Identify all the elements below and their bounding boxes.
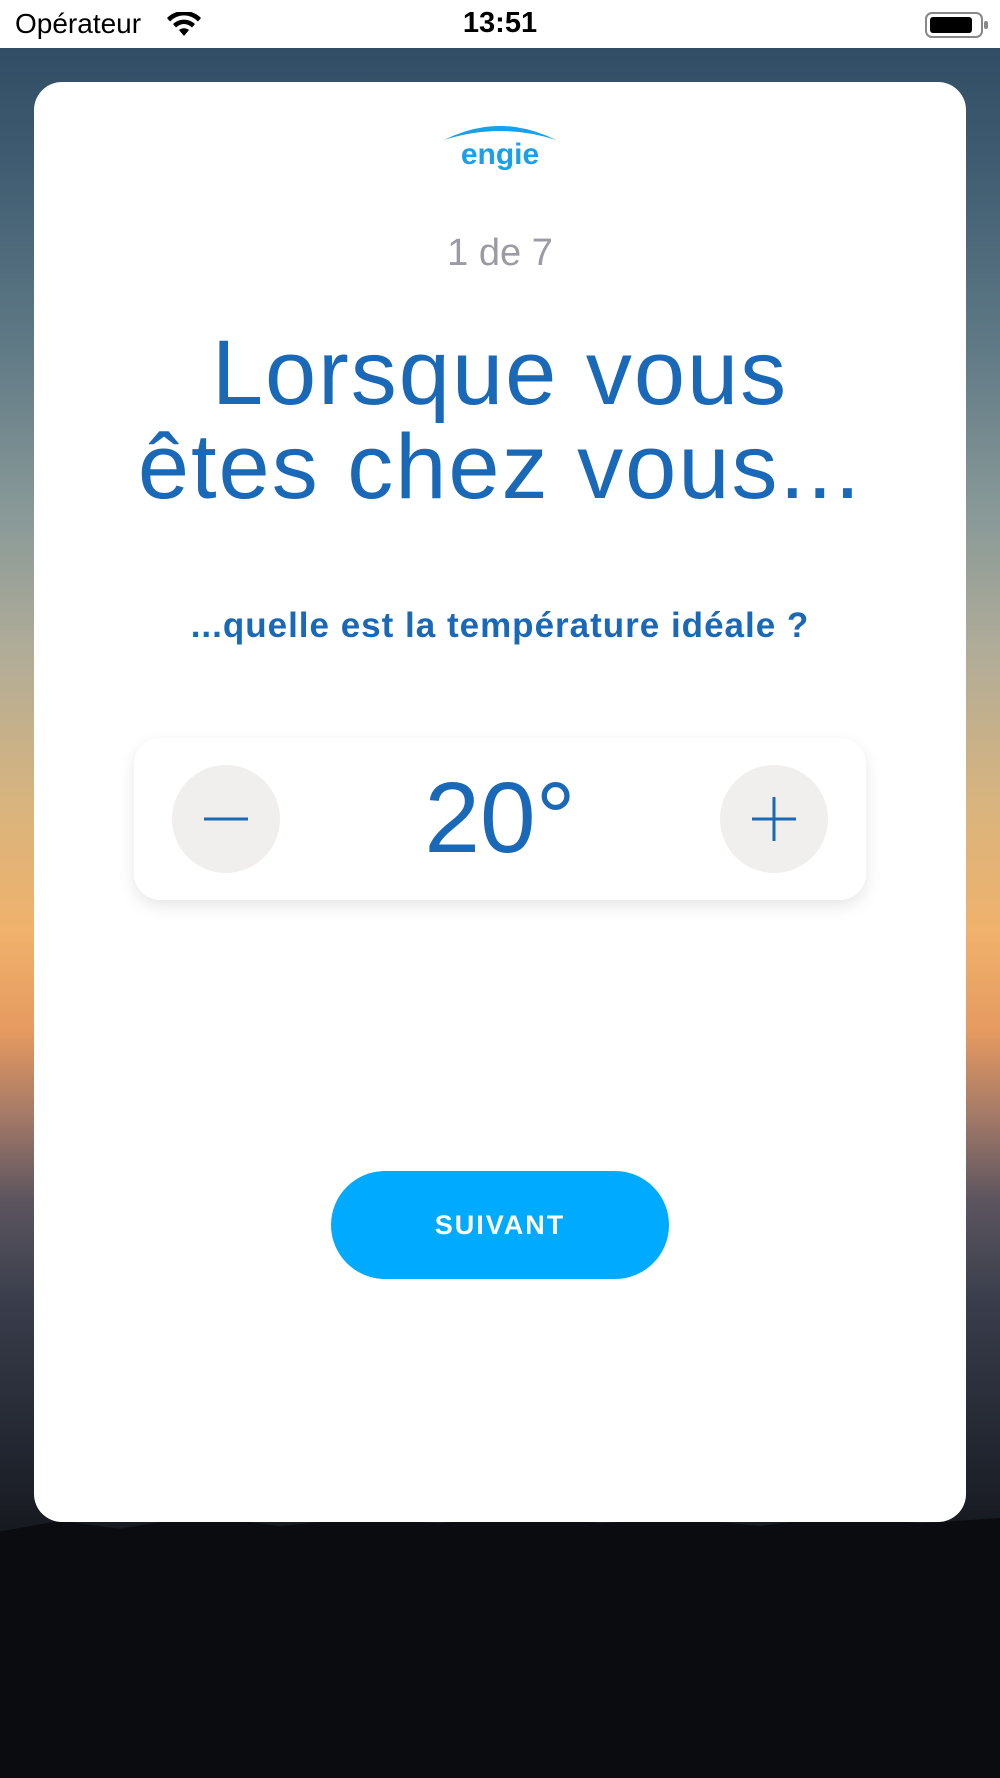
temperature-stepper: 20°: [134, 738, 866, 900]
status-time: 13:51: [462, 7, 538, 39]
title-line-2: êtes chez vous...: [137, 416, 863, 518]
engie-logo: engie: [34, 118, 966, 170]
question-subtitle: ...quelle est la température idéale ?: [190, 606, 810, 645]
logo-text: engie: [461, 138, 539, 170]
plus-icon: [752, 797, 796, 841]
page-title: Lorsque vous êtes chez vous...: [74, 326, 926, 514]
next-button[interactable]: SUIVANT: [331, 1171, 669, 1279]
increase-button[interactable]: [720, 765, 828, 873]
status-bar: Opérateur 13:51: [0, 0, 1000, 48]
step-indicator: 1 de 7: [447, 232, 553, 274]
engie-logo-icon: engie: [444, 126, 556, 170]
onboarding-card: engie 1 de 7 Lorsque vous êtes chez vous…: [34, 82, 966, 1522]
title-line-1: Lorsque vous: [211, 322, 789, 424]
background-landscape: [0, 1515, 1000, 1778]
battery-icon: [925, 12, 988, 38]
